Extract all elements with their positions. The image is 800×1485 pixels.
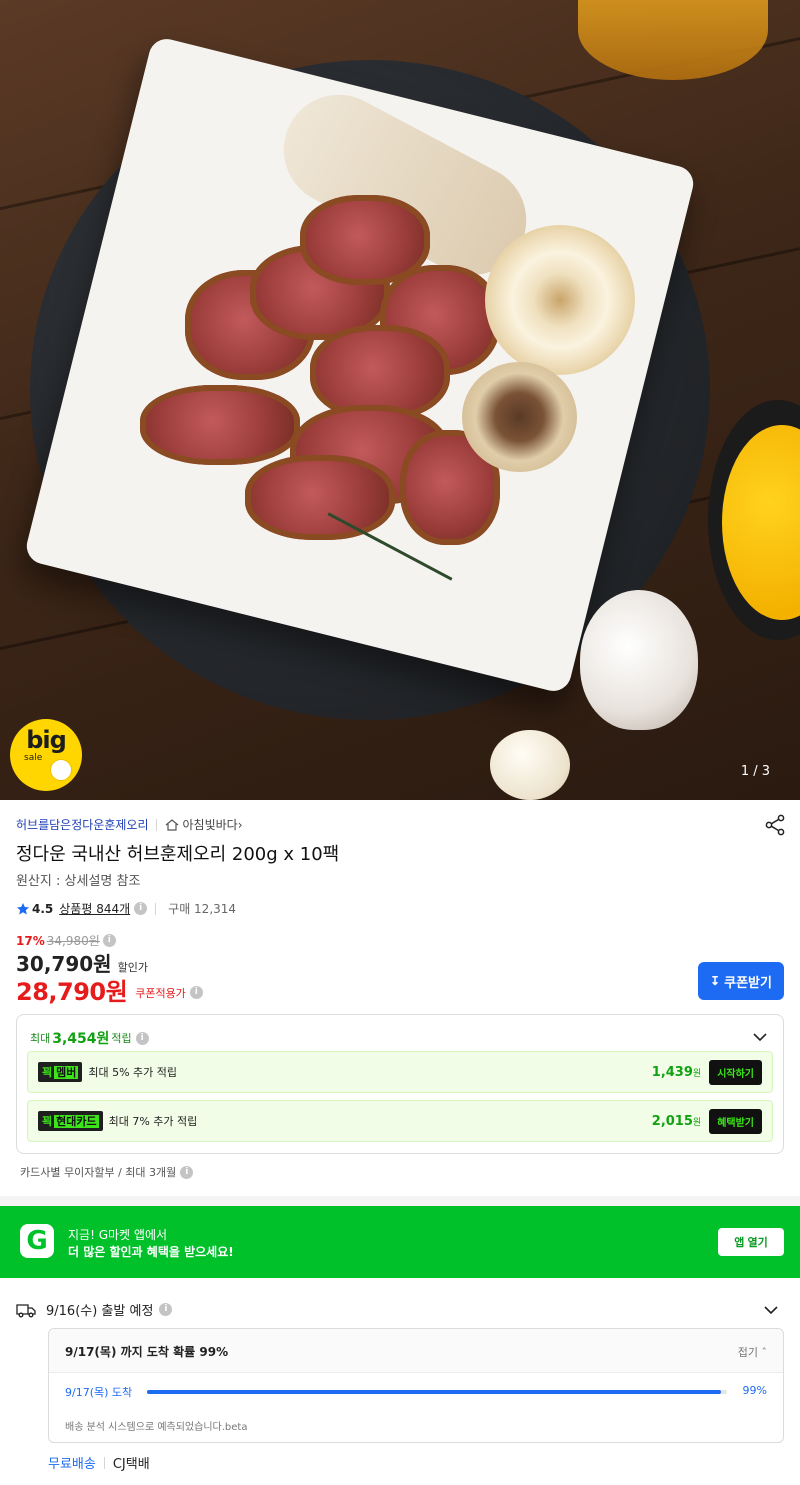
badge-sale-text: sale — [24, 753, 43, 763]
tag-prefix: 꾁 — [42, 1066, 53, 1079]
rating-row: 4.5 상품평 844개 i 구매 12,314 — [16, 900, 236, 917]
points-suffix: 적립 — [111, 1032, 132, 1045]
tag-label: 현대카드 — [54, 1115, 99, 1128]
fold-label: 접기 — [737, 1346, 758, 1359]
info-icon[interactable]: i — [159, 1303, 173, 1316]
carrier-name: CJ택배 — [112, 1457, 150, 1472]
amount-unit: 원 — [692, 1068, 702, 1079]
grilled-onion — [485, 225, 635, 375]
purchase-count: 구매 12,314 — [168, 902, 237, 916]
image-pager: 1 / 3 — [740, 764, 770, 779]
coupon-price-row: 28,790원 쿠폰적용가 i — [16, 972, 203, 1007]
info-icon[interactable]: i — [180, 1165, 194, 1179]
product-origin: 원산지 : 상세설명 참조 — [16, 874, 141, 889]
arrival-percent: 99% — [742, 1384, 767, 1397]
get-benefit-button[interactable]: 혜택받기 — [709, 1108, 762, 1134]
badge-big-text: big — [26, 726, 67, 754]
amount-value: 2,015 — [651, 1113, 693, 1129]
member-tag: 꾁 멤버 — [38, 1062, 83, 1082]
info-icon[interactable]: i — [102, 934, 116, 947]
rating-score: 4.5 — [32, 901, 54, 916]
product-title: 정다운 국내산 허브훈제오리 200g x 10팩 — [16, 844, 340, 865]
info-icon[interactable]: i — [189, 986, 203, 999]
points-box: 최대 3,454원 적립 i 꾁 멤버 최대 5% 추가 적립 1,439원 시작… — [16, 1014, 784, 1154]
prediction-note: 배송 분석 시스템으로 예측되었습니다.beta — [65, 1422, 248, 1433]
duck-slice — [245, 455, 395, 540]
info-icon[interactable]: i — [134, 902, 148, 915]
card-tag: 꾁 현대카드 — [38, 1111, 103, 1131]
gmarket-logo-icon: G — [20, 1224, 54, 1258]
original-price: 34,980원 — [46, 934, 100, 948]
coupon-button-label: 쿠폰받기 — [724, 974, 772, 990]
points-row-amount: 1,439원 — [652, 1065, 701, 1080]
points-row-card: 꾁 현대카드 최대 7% 추가 적립 2,015원 혜택받기 — [27, 1100, 773, 1142]
divider — [155, 902, 157, 915]
discount-percent: 17% — [16, 933, 45, 948]
coupon-price: 28,790원 — [16, 978, 128, 1006]
banner-line2: 더 많은 할인과 혜택을 받으세요! — [68, 1245, 234, 1259]
points-header[interactable]: 최대 3,454원 적립 i — [30, 1028, 149, 1048]
section-divider — [0, 1196, 800, 1206]
amount-value: 1,439 — [651, 1064, 693, 1080]
arrival-probability: 9/17(목) 까지 도착 확률 99% — [65, 1345, 229, 1359]
garlic-clove — [490, 730, 570, 800]
fold-toggle[interactable]: 접기 ˆ — [738, 1344, 767, 1360]
free-shipping: 무료배송 — [48, 1457, 96, 1472]
product-info: 허브를담은정다운훈제오리 아침빛바다 › 정다운 국내산 허브훈제오리 200g… — [0, 800, 800, 1200]
mushroom — [462, 362, 577, 472]
shop-name-link[interactable]: 허브를담은정다운훈제오리 — [16, 816, 148, 833]
points-row-desc: 최대 7% 추가 적립 — [108, 1115, 198, 1128]
garlic-bulb — [580, 590, 698, 730]
tag-label: 멤버 — [54, 1066, 79, 1079]
star-icon — [17, 902, 29, 914]
shipping-footer: 무료배송 CJ택배 — [48, 1453, 150, 1472]
review-count-link[interactable]: 상품평 844개 — [59, 900, 130, 917]
shop-row: 허브를담은정다운훈제오리 아침빛바다 › — [16, 816, 243, 833]
open-app-button[interactable]: 앱 열기 — [718, 1228, 784, 1256]
installment-info[interactable]: 카드사별 무이자할부 / 최대 3개월 i — [20, 1164, 194, 1180]
chevron-down-icon[interactable] — [764, 1303, 778, 1317]
amount-unit: 원 — [692, 1117, 702, 1128]
arrival-progress-bar — [147, 1390, 727, 1394]
start-button[interactable]: 시작하기 — [709, 1059, 762, 1085]
points-amount: 3,454원 — [52, 1031, 110, 1047]
share-icon[interactable] — [764, 814, 786, 836]
arrival-progress-fill — [147, 1390, 722, 1394]
points-row-member: 꾁 멤버 최대 5% 추가 적립 1,439원 시작하기 — [27, 1051, 773, 1093]
chevron-right-icon: › — [237, 817, 243, 832]
beer-glass — [578, 0, 768, 80]
coupon-price-tag: 쿠폰적용가 — [135, 986, 186, 1000]
divider — [156, 818, 158, 831]
info-icon[interactable]: i — [135, 1031, 149, 1045]
product-image[interactable]: big sale 1 / 3 — [0, 0, 800, 800]
mascot-icon — [50, 759, 72, 781]
arrival-label: 9/17(목) 도착 — [65, 1386, 133, 1399]
coupon-download-button[interactable]: ↧ 쿠폰받기 — [698, 962, 784, 1000]
home-icon — [166, 818, 179, 831]
chevron-down-icon[interactable] — [753, 1030, 767, 1044]
market-link[interactable]: 아침빛바다 — [182, 816, 237, 833]
shipping-header[interactable]: 9/16(수) 출발 예정 i — [16, 1300, 173, 1319]
chevron-up-icon: ˆ — [761, 1346, 768, 1359]
big-sale-badge: big sale — [10, 719, 82, 791]
installment-text: 카드사별 무이자할부 / 최대 3개월 — [20, 1166, 177, 1179]
points-row-desc: 최대 5% 추가 적립 — [88, 1066, 178, 1079]
truck-icon — [16, 1303, 36, 1317]
download-icon: ↧ — [710, 974, 721, 988]
duck-slice — [140, 385, 300, 465]
departure-date: 9/16(수) 출발 예정 — [46, 1304, 154, 1319]
points-row-amount: 2,015원 — [652, 1114, 701, 1129]
app-banner[interactable]: G 지금! G마켓 앱에서 더 많은 할인과 혜택을 받으세요! 앱 열기 — [0, 1206, 800, 1278]
arrival-prediction-box: 9/17(목) 까지 도착 확률 99% 접기 ˆ 9/17(목) 도착 99%… — [48, 1328, 784, 1443]
tag-prefix: 꾁 — [42, 1115, 53, 1128]
divider — [103, 1456, 105, 1469]
points-prefix: 최대 — [30, 1032, 51, 1045]
banner-line1: 지금! G마켓 앱에서 — [68, 1228, 168, 1242]
discount-row: 17% 34,980원 i — [16, 932, 116, 949]
